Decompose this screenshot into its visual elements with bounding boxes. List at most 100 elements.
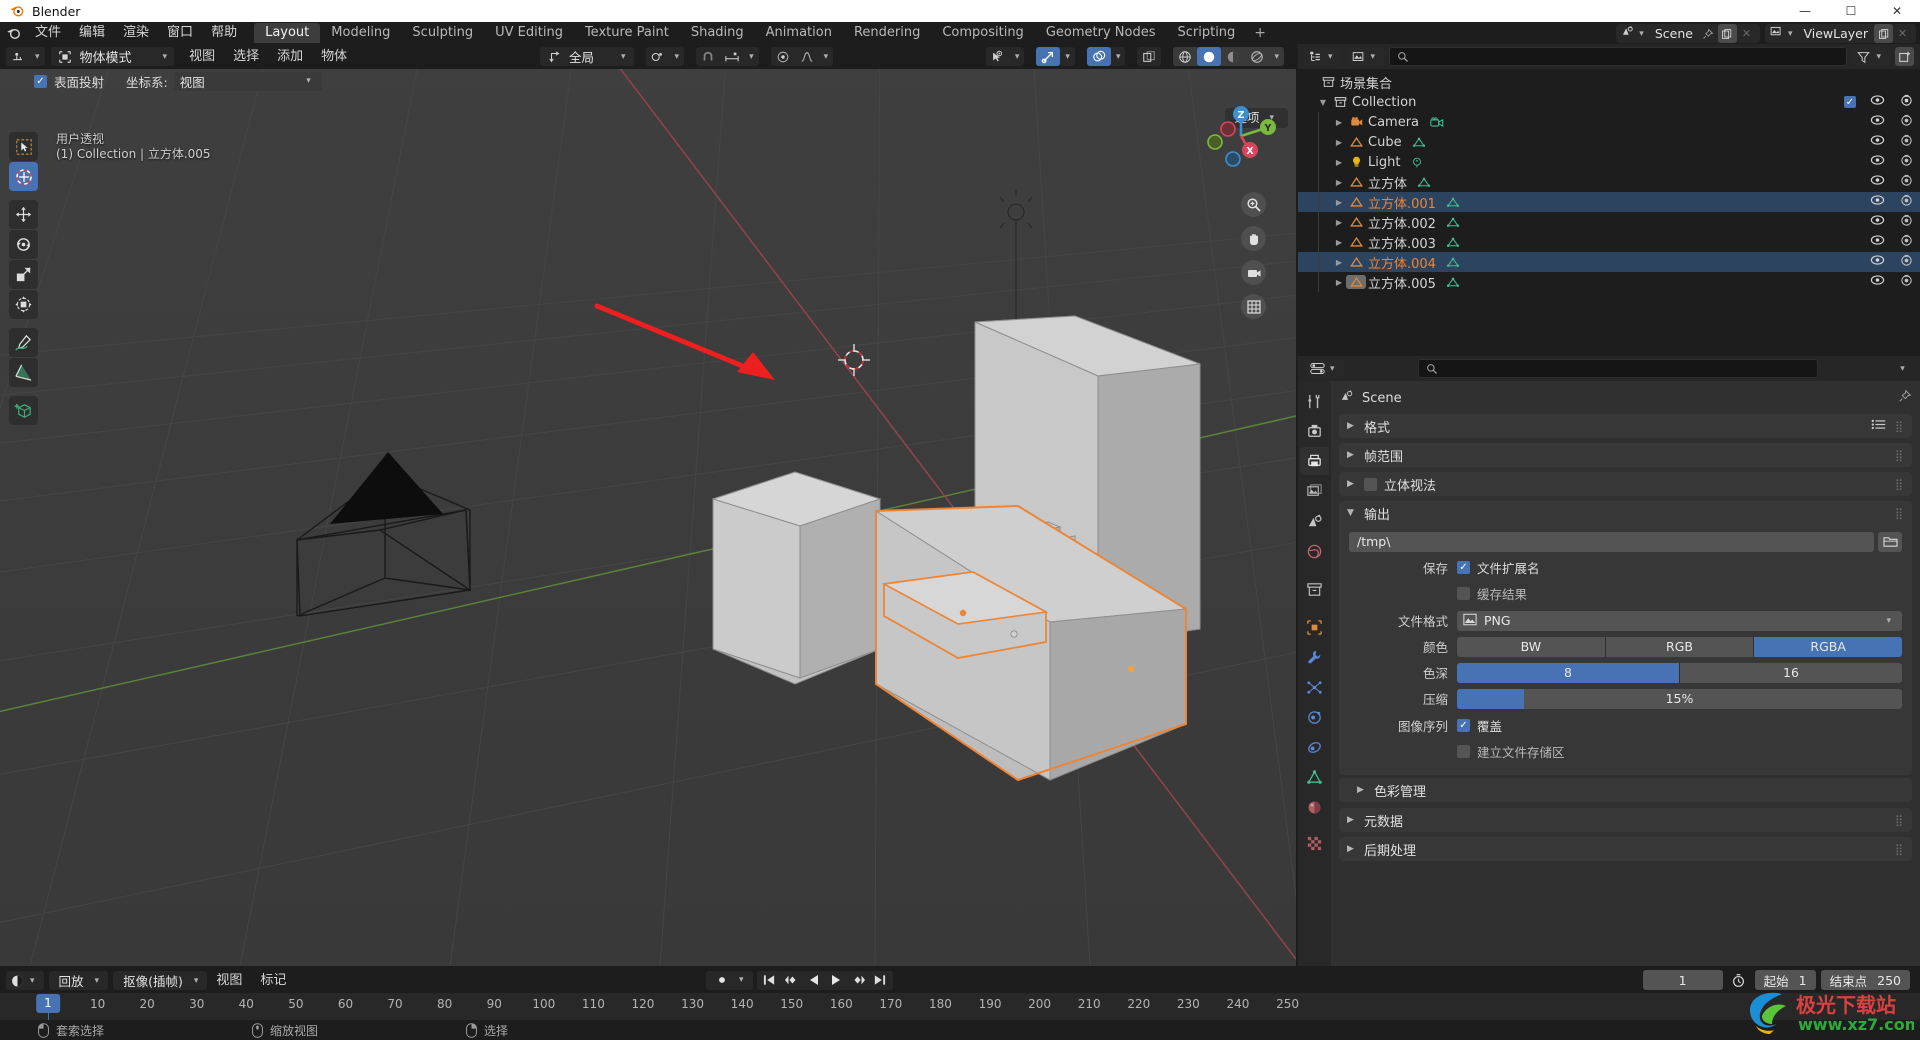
panel-metadata[interactable]: ▶ 元数据 ⣿ <box>1339 808 1912 832</box>
gizmo-icon[interactable] <box>1036 47 1061 66</box>
expand-triangle-icon[interactable]: ▶ <box>1332 218 1346 227</box>
tab-geometry-nodes[interactable]: Geometry Nodes <box>1035 23 1167 43</box>
color-mode-rgb[interactable]: RGB <box>1605 636 1755 657</box>
tool-add-cube[interactable] <box>9 396 38 425</box>
tab-viewlayer-properties[interactable] <box>1300 477 1329 505</box>
expand-triangle-icon[interactable]: ▶ <box>1332 158 1346 167</box>
camera-render-icon[interactable] <box>1899 194 1914 211</box>
cache-result-checkbox[interactable] <box>1457 587 1470 600</box>
blender-menu-logo-icon[interactable] <box>0 26 26 41</box>
outliner-item-3[interactable]: ▶ Light <box>1298 152 1920 172</box>
tab-layout[interactable]: Layout <box>254 23 321 43</box>
play-icon[interactable] <box>825 970 847 990</box>
prev-keyframe-icon[interactable] <box>781 970 803 990</box>
ortho-persp-toggle-icon[interactable] <box>1241 294 1266 319</box>
menu-window[interactable]: 窗口 <box>158 22 202 44</box>
interaction-mode-selector[interactable]: 物体模式 ▾ <box>50 47 175 66</box>
pivot-point-selector[interactable]: ▾ <box>645 47 685 66</box>
collapse-triangle-icon[interactable]: ▼ <box>1316 98 1330 107</box>
orientation-dropdown[interactable]: 视图 ▾ <box>173 71 322 91</box>
eye-icon[interactable] <box>1870 194 1885 210</box>
playback-menu[interactable]: 回放 ▾ <box>48 971 109 990</box>
timeline-playhead[interactable]: 1 <box>36 994 60 1013</box>
outliner-item-6[interactable]: ▶ 立方体.002 <box>1298 212 1920 232</box>
timeline-menu-marker[interactable]: 标记 <box>251 968 295 993</box>
chevron-right-icon[interactable]: ▶ <box>1347 844 1357 854</box>
snap-target-icon[interactable] <box>720 47 744 66</box>
jump-end-icon[interactable] <box>869 970 891 990</box>
tab-output-properties[interactable] <box>1300 447 1329 475</box>
outliner-editor[interactable]: ▾ ▾ ▾ 场景集合 ▼ Collection ✓ ▶ Camera ▶ Cub… <box>1298 44 1920 354</box>
tab-data-properties[interactable] <box>1300 763 1329 791</box>
expand-triangle-icon[interactable]: ▶ <box>1332 178 1346 187</box>
menu-edit[interactable]: 编辑 <box>70 22 114 44</box>
navigation-gizmo[interactable]: Z Y X <box>1204 99 1278 173</box>
camera-render-icon[interactable] <box>1899 254 1914 271</box>
camera-render-icon[interactable] <box>1899 134 1914 151</box>
object-data-icon[interactable] <box>1417 176 1439 189</box>
panel-format[interactable]: ▶ 格式 ⣿ <box>1339 414 1912 438</box>
play-reverse-icon[interactable] <box>803 970 825 990</box>
xray-toggle[interactable] <box>1137 47 1162 66</box>
new-viewlayer-button[interactable] <box>1874 24 1893 43</box>
object-data-icon[interactable] <box>1412 136 1434 149</box>
tab-constraint-properties[interactable] <box>1300 733 1329 761</box>
eye-icon[interactable] <box>1870 234 1885 250</box>
color-mode-rgba[interactable]: RGBA <box>1754 636 1902 657</box>
camera-render-icon[interactable] <box>1899 114 1914 131</box>
chevron-right-icon[interactable]: ▶ <box>1357 785 1367 795</box>
object-data-icon[interactable] <box>1429 116 1451 129</box>
minimize-button[interactable]: — <box>1782 0 1828 22</box>
object-data-icon[interactable] <box>1410 156 1432 169</box>
chevron-down-icon[interactable]: ▼ <box>1347 508 1357 518</box>
close-button[interactable]: ✕ <box>1874 0 1920 22</box>
panel-drag-handle[interactable]: ⣿ <box>1895 420 1904 433</box>
tool-rotate[interactable] <box>9 230 38 259</box>
panel-output[interactable]: ▼ 输出 ⣿ /tmp\ 保存 ✓ 文件扩展名 缓存结果 文件格式 PNG ▾ … <box>1339 501 1912 775</box>
outliner-item-2[interactable]: ▶ Cube <box>1298 132 1920 152</box>
outliner-editor-type[interactable]: ▾ <box>1304 47 1342 66</box>
keying-menu[interactable]: 抠像(插帧) ▾ <box>113 971 208 990</box>
timeline-editor[interactable]: ▾ 回放 ▾ 抠像(插帧) ▾ 视图 标记 ▾ 1 起始 1 结束点 250 1… <box>0 968 1920 1021</box>
tab-world-properties[interactable] <box>1300 537 1329 565</box>
panel-frame-range[interactable]: ▶ 帧范围 ⣿ <box>1339 443 1912 467</box>
shading-wireframe-icon[interactable] <box>1173 47 1197 66</box>
tool-annotate[interactable] <box>9 328 38 357</box>
tab-render-properties[interactable] <box>1300 417 1329 445</box>
timeline-ruler[interactable]: 10 20 30 40 50 60 70 80 90 100 110 120 130 140 150 160 1… <box>0 993 1920 1021</box>
current-frame-field[interactable]: 1 <box>1642 970 1723 990</box>
next-keyframe-icon[interactable] <box>847 970 869 990</box>
compression-slider[interactable]: 15% <box>1457 688 1902 709</box>
camera-render-icon[interactable] <box>1899 214 1914 231</box>
tab-rendering[interactable]: Rendering <box>843 23 931 43</box>
camera-render-icon[interactable] <box>1899 274 1914 291</box>
maximize-button[interactable]: ☐ <box>1828 0 1874 22</box>
object-data-icon[interactable] <box>1446 216 1468 229</box>
tool-scale[interactable] <box>9 260 38 289</box>
eye-icon[interactable] <box>1870 214 1885 230</box>
orientation-selector[interactable]: 全局 ▾ <box>540 47 634 66</box>
3d-viewport[interactable]: ▾ 物体模式 ▾ 视图 选择 添加 物体 全局 ▾ ▾ ▾ ▾ ▾ ▾ ▾ ▾ … <box>0 44 1296 966</box>
magnet-icon[interactable] <box>696 47 720 66</box>
tab-collection-properties[interactable] <box>1300 575 1329 603</box>
depth-16[interactable]: 16 <box>1680 662 1902 683</box>
expand-triangle-icon[interactable]: ▶ <box>1332 238 1346 247</box>
shading-solid-icon[interactable] <box>1197 47 1222 66</box>
tab-shading[interactable]: Shading <box>680 23 755 43</box>
tab-uv-editing[interactable]: UV Editing <box>484 23 574 43</box>
tab-particle-properties[interactable] <box>1300 673 1329 701</box>
panel-drag-handle[interactable]: ⣿ <box>1895 478 1904 491</box>
expand-triangle-icon[interactable]: ▶ <box>1332 198 1346 207</box>
menu-help[interactable]: 帮助 <box>202 22 246 44</box>
expand-triangle-icon[interactable]: ▶ <box>1332 258 1346 267</box>
viewport-menu-add[interactable]: 添加 <box>268 44 312 69</box>
editor-type-selector[interactable]: ▾ <box>6 47 45 66</box>
overwrite-checkbox[interactable]: ✓ <box>1457 719 1470 732</box>
tab-scene-properties[interactable] <box>1300 507 1329 535</box>
viewport-menu-object[interactable]: 物体 <box>312 44 356 69</box>
tool-move[interactable] <box>9 200 38 229</box>
tab-scripting[interactable]: Scripting <box>1166 23 1246 43</box>
tab-animation[interactable]: Animation <box>755 23 843 43</box>
snapping-group[interactable]: ▾ <box>696 47 759 66</box>
outliner-root-row[interactable]: 场景集合 <box>1298 72 1920 92</box>
